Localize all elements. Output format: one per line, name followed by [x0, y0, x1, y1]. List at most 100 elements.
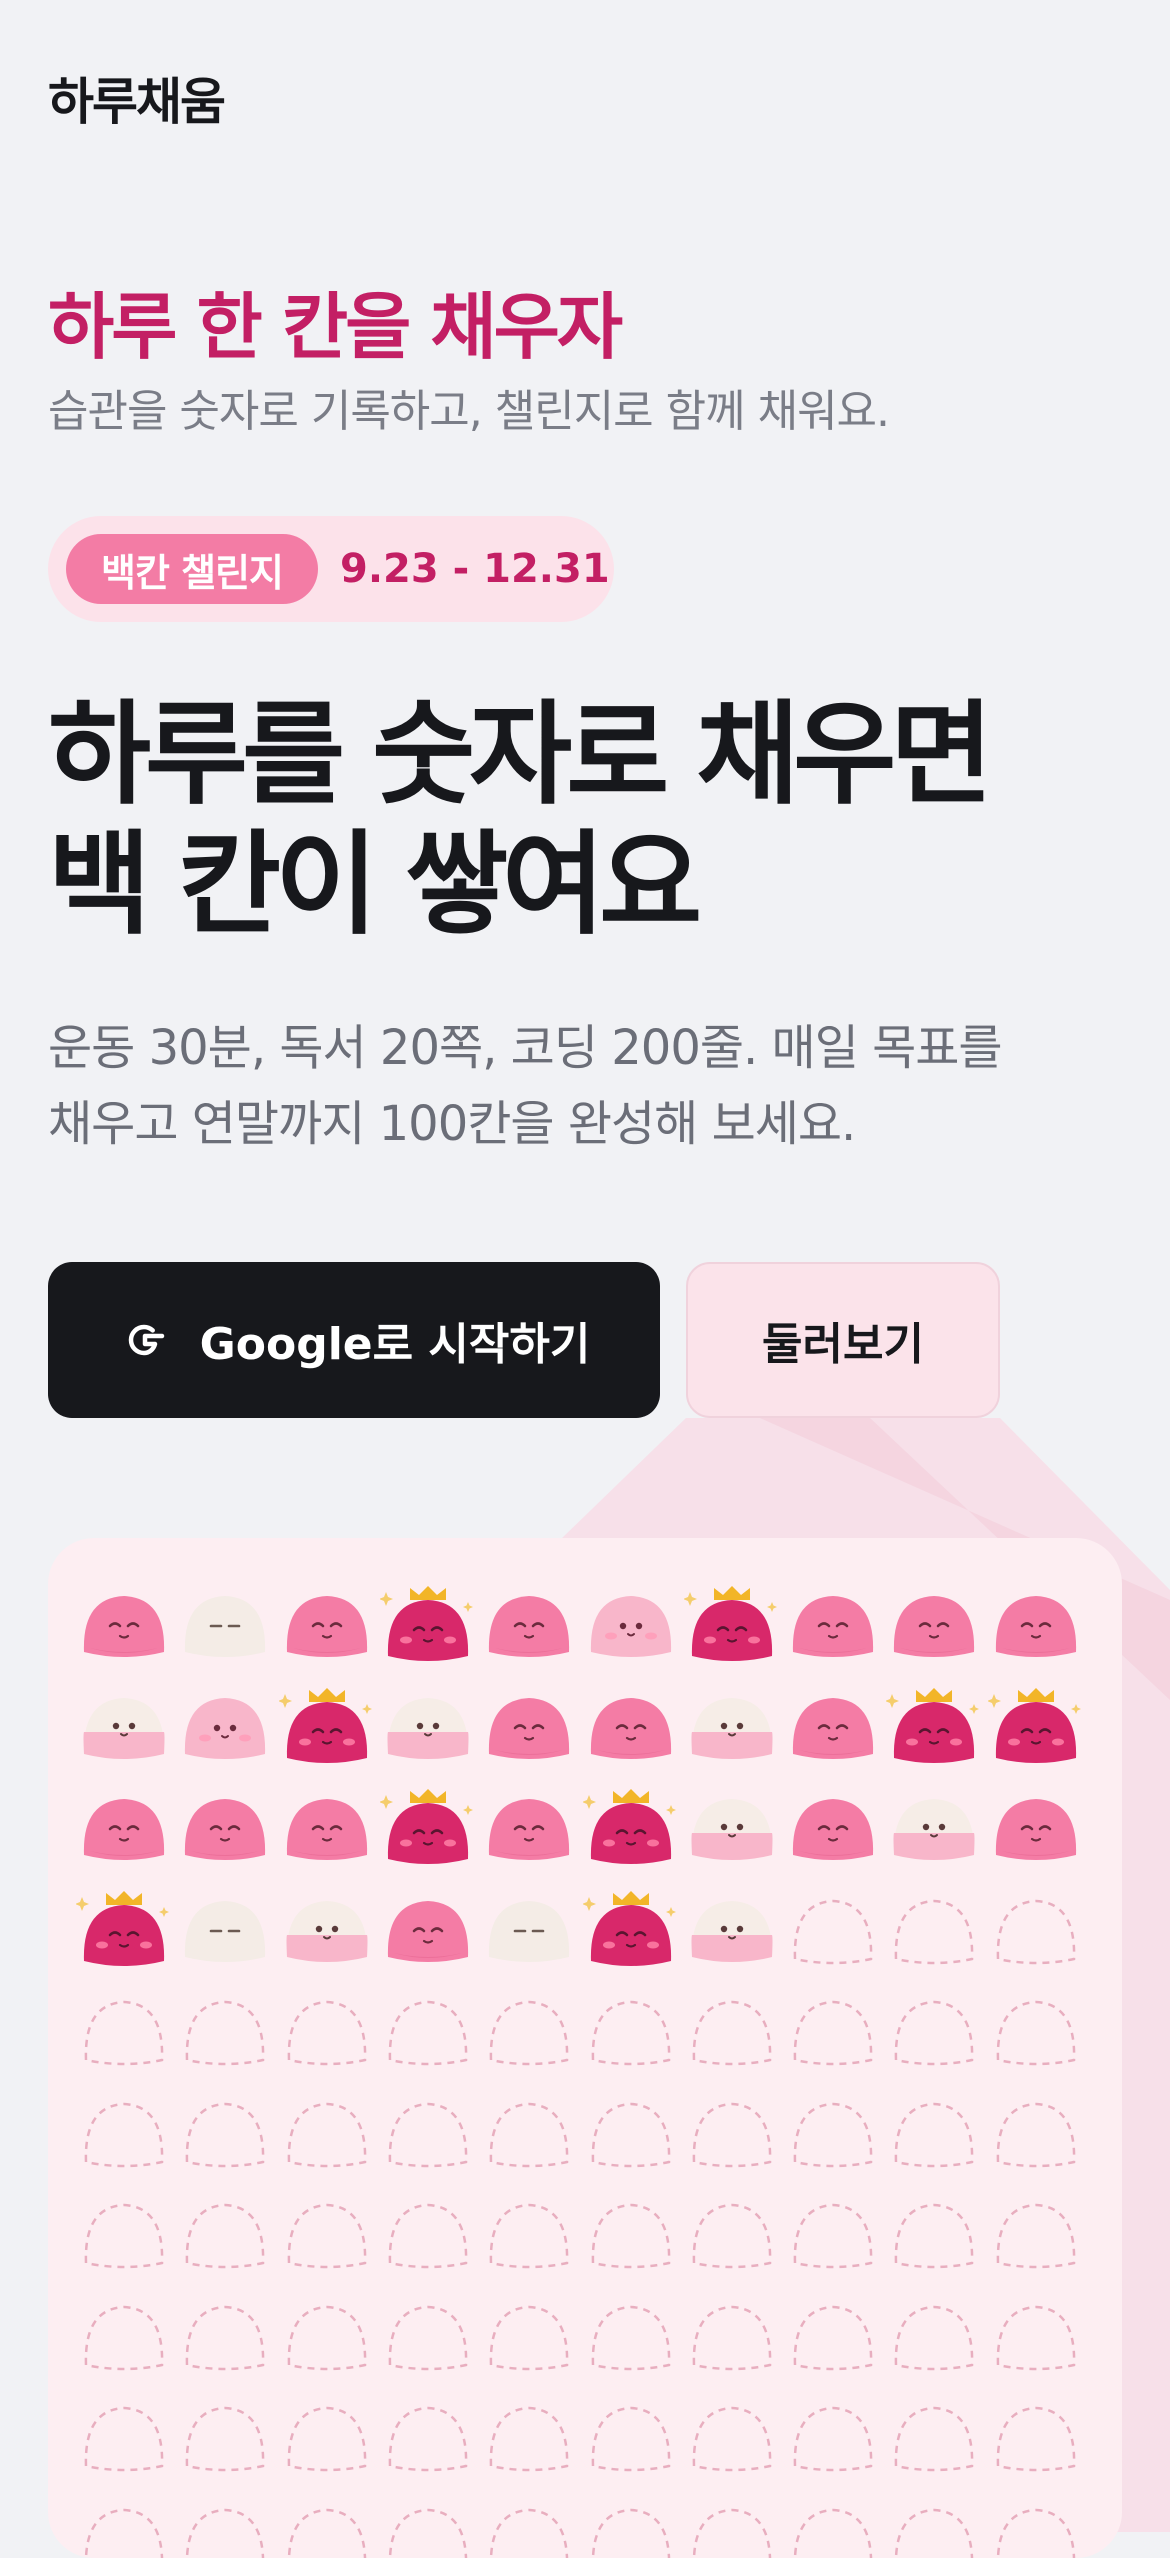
empty-cell-icon	[177, 2094, 273, 2174]
empty-cell-icon	[279, 2297, 375, 2377]
empty-cell-icon	[583, 1992, 679, 2072]
pink-blob-icon	[279, 1789, 375, 1869]
browse-button[interactable]: 둘러보기	[686, 1262, 1000, 1418]
pink-blob-icon	[481, 1789, 577, 1869]
empty-cell-icon	[380, 2195, 476, 2275]
challenge-badge: 백칸 챌린지	[66, 534, 318, 604]
empty-cell-icon	[785, 2195, 881, 2275]
empty-cell-icon	[988, 2195, 1084, 2275]
empty-cell-icon	[886, 1992, 982, 2072]
empty-cell-icon	[988, 2094, 1084, 2174]
empty-cell-icon	[76, 2297, 172, 2377]
headline-line-1: 하루를 숫자로 채우면	[48, 690, 987, 820]
empty-cell-icon	[76, 2094, 172, 2174]
empty-cell-icon	[177, 2398, 273, 2478]
empty-cell-icon	[279, 2500, 375, 2558]
empty-cell-icon	[177, 2500, 273, 2558]
half-filled-blob-icon	[76, 1688, 172, 1768]
crowned-blob-icon	[684, 1586, 780, 1666]
empty-cell-icon	[380, 2398, 476, 2478]
empty-cell-icon	[886, 2297, 982, 2377]
pink-blob-icon	[76, 1586, 172, 1666]
headline: 하루를 숫자로 채우면 백 칸이 쌓여요	[48, 690, 987, 950]
empty-cell-icon	[380, 2094, 476, 2174]
empty-cell-icon	[481, 2500, 577, 2558]
empty-cell-icon	[684, 1992, 780, 2072]
google-start-button[interactable]: Google로 시작하기	[48, 1262, 660, 1418]
empty-cell-icon	[886, 2398, 982, 2478]
empty-cell-icon	[481, 2094, 577, 2174]
body-line-2: 채우고 연말까지 100칸을 완성해 보세요.	[48, 1086, 1128, 1162]
half-filled-blob-icon	[380, 1688, 476, 1768]
crowned-blob-icon	[380, 1789, 476, 1869]
empty-cell-icon	[76, 2195, 172, 2275]
empty-cell-icon	[76, 2398, 172, 2478]
light-pink-blob-icon	[583, 1586, 679, 1666]
pink-blob-icon	[481, 1586, 577, 1666]
empty-cell-icon	[785, 1891, 881, 1971]
pink-blob-icon	[988, 1586, 1084, 1666]
empty-cell-icon	[481, 2195, 577, 2275]
empty-cell-icon	[684, 2094, 780, 2174]
challenge-pill: 백칸 챌린지 9.23 - 12.31	[48, 516, 614, 622]
empty-cell-icon	[76, 1992, 172, 2072]
hero-subtitle: 하루 한 칸을 채우자	[48, 268, 620, 373]
empty-cell-icon	[785, 1992, 881, 2072]
crowned-blob-icon	[583, 1789, 679, 1869]
crowned-blob-icon	[279, 1688, 375, 1768]
white-blob-icon	[177, 1586, 273, 1666]
pink-blob-icon	[785, 1586, 881, 1666]
empty-cell-icon	[988, 2297, 1084, 2377]
empty-cell-icon	[177, 2195, 273, 2275]
empty-cell-icon	[279, 1992, 375, 2072]
empty-cell-icon	[785, 2500, 881, 2558]
pink-blob-icon	[380, 1891, 476, 1971]
empty-cell-icon	[684, 2398, 780, 2478]
light-pink-blob-icon	[177, 1688, 273, 1768]
empty-cell-icon	[684, 2297, 780, 2377]
pink-blob-icon	[583, 1688, 679, 1768]
half-filled-blob-icon	[684, 1891, 780, 1971]
empty-cell-icon	[583, 2398, 679, 2478]
crowned-blob-icon	[76, 1891, 172, 1971]
empty-cell-icon	[886, 2500, 982, 2558]
empty-cell-icon	[988, 1891, 1084, 1971]
body-line-1: 운동 30분, 독서 20쪽, 코딩 200줄. 매일 목표를	[48, 1010, 1128, 1086]
empty-cell-icon	[481, 2297, 577, 2377]
crowned-blob-icon	[988, 1688, 1084, 1768]
white-blob-icon	[177, 1891, 273, 1971]
empty-cell-icon	[177, 1992, 273, 2072]
google-start-label: Google로 시작하기	[200, 1308, 591, 1372]
empty-cell-icon	[177, 2297, 273, 2377]
empty-cell-icon	[684, 2500, 780, 2558]
habit-grid	[48, 1538, 1122, 2558]
white-blob-icon	[481, 1891, 577, 1971]
empty-cell-icon	[583, 2297, 679, 2377]
empty-cell-icon	[380, 2500, 476, 2558]
challenge-dates: 9.23 - 12.31	[340, 516, 610, 622]
empty-cell-icon	[886, 2195, 982, 2275]
half-filled-blob-icon	[279, 1891, 375, 1971]
habit-board	[48, 1538, 1122, 2558]
hero-description: 습관을 숫자로 기록하고, 챌린지로 함께 채워요.	[48, 375, 889, 439]
empty-cell-icon	[583, 2500, 679, 2558]
empty-cell-icon	[785, 2398, 881, 2478]
crowned-blob-icon	[583, 1891, 679, 1971]
empty-cell-icon	[988, 1992, 1084, 2072]
empty-cell-icon	[481, 2398, 577, 2478]
half-filled-blob-icon	[684, 1688, 780, 1768]
empty-cell-icon	[279, 2398, 375, 2478]
empty-cell-icon	[886, 1891, 982, 1971]
half-filled-blob-icon	[886, 1789, 982, 1869]
pink-blob-icon	[785, 1789, 881, 1869]
google-icon	[118, 1314, 170, 1366]
empty-cell-icon	[988, 2500, 1084, 2558]
empty-cell-icon	[380, 2297, 476, 2377]
empty-cell-icon	[583, 2094, 679, 2174]
empty-cell-icon	[380, 1992, 476, 2072]
pink-blob-icon	[279, 1586, 375, 1666]
pink-blob-icon	[988, 1789, 1084, 1869]
empty-cell-icon	[279, 2195, 375, 2275]
empty-cell-icon	[988, 2398, 1084, 2478]
pink-blob-icon	[481, 1688, 577, 1768]
